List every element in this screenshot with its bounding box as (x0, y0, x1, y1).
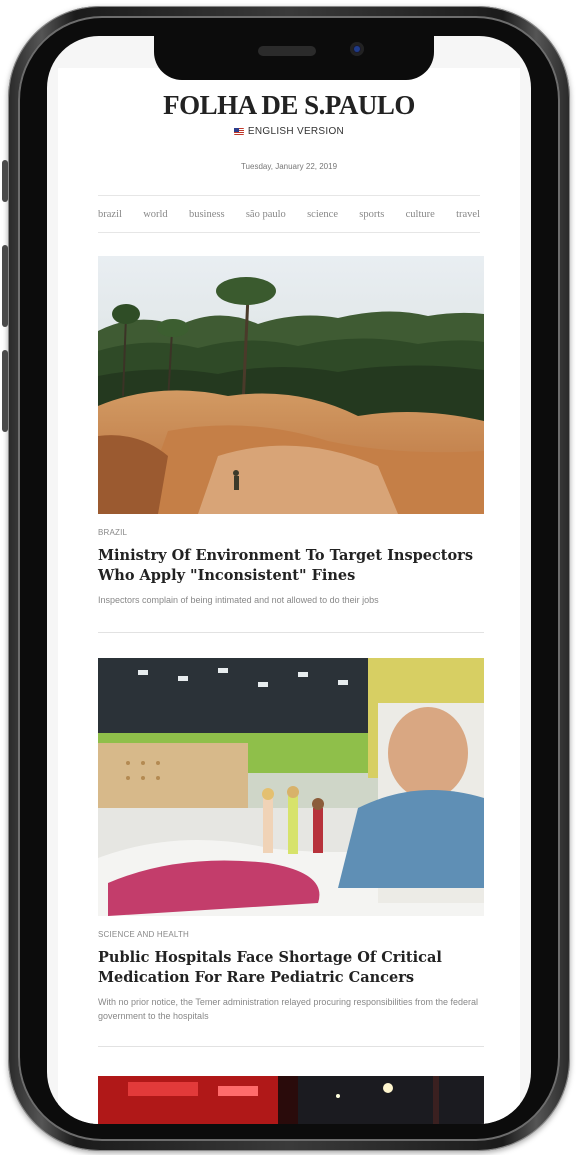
article-summary: With no prior notice, the Temer administ… (98, 997, 479, 1021)
article-divider (98, 1046, 484, 1047)
silent-switch (2, 160, 8, 202)
nav-item-travel[interactable]: travel (456, 209, 480, 220)
article-image-hospital[interactable] (98, 658, 484, 916)
article-image-deforestation[interactable] (98, 256, 484, 514)
article-kicker[interactable]: SCIENCE AND HEALTH (98, 930, 189, 939)
site-logo[interactable]: FOLHA DE S.PAULO (58, 90, 520, 121)
article-headline[interactable]: Public Hospitals Face Shortage Of Critic… (98, 948, 484, 988)
article-summary: Inspectors complain of being intimated a… (98, 595, 379, 605)
nav-item-brazil[interactable]: brazil (98, 209, 122, 220)
volume-up-button (2, 245, 8, 327)
nav-item-culture[interactable]: culture (406, 209, 435, 220)
news-page: FOLHA DE S.PAULO ENGLISH VERSION Tuesday… (58, 68, 520, 1124)
phone-notch (154, 36, 434, 80)
front-camera (350, 42, 364, 56)
phone-screen: FOLHA DE S.PAULO ENGLISH VERSION Tuesday… (47, 36, 531, 1124)
edition-label: ENGLISH VERSION (247, 126, 345, 137)
speaker-grille (258, 46, 316, 56)
article-image-street[interactable] (98, 1076, 484, 1124)
edition-link[interactable]: ENGLISH VERSION (58, 126, 520, 137)
volume-down-button (2, 350, 8, 432)
article-headline[interactable]: Ministry Of Environment To Target Inspec… (98, 546, 484, 586)
nav-item-world[interactable]: world (143, 209, 168, 220)
us-flag-icon (233, 127, 244, 135)
article-kicker[interactable]: BRAZIL (98, 528, 127, 537)
nav-item-science[interactable]: science (307, 209, 338, 220)
nav-item-sports[interactable]: sports (359, 209, 384, 220)
current-date: Tuesday, January 22, 2019 (240, 162, 338, 171)
article-divider (98, 632, 484, 633)
nav-item-business[interactable]: business (189, 209, 225, 220)
section-nav: brazil world business são paulo science … (98, 195, 480, 233)
nav-item-sao-paulo[interactable]: são paulo (246, 209, 286, 220)
